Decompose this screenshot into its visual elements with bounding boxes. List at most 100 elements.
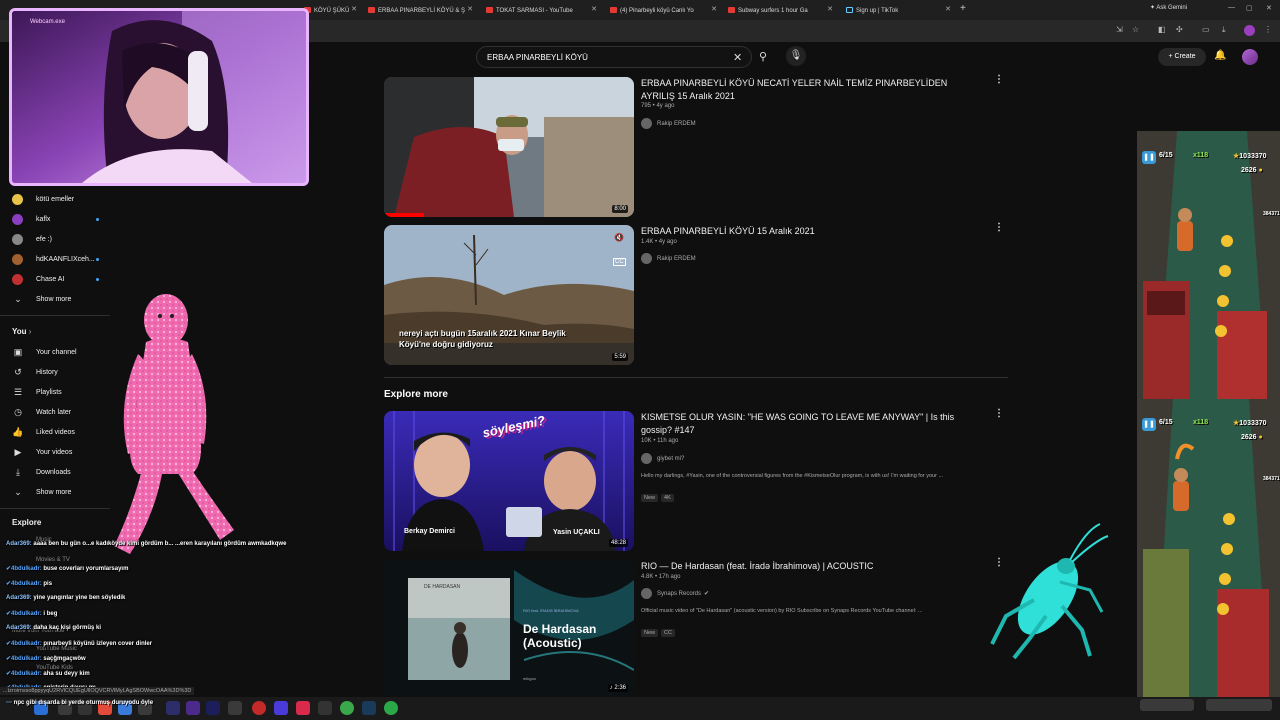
game-score: ★1033370 (1233, 153, 1267, 160)
channel-link[interactable]: giybet mi? (641, 453, 684, 464)
sidebar-section-you[interactable]: You › (12, 327, 31, 336)
show-more-button[interactable]: ⌄ Show more (12, 291, 71, 307)
game-multiplier: x118 (1193, 152, 1209, 159)
channel-avatar (12, 273, 23, 285)
close-tab-icon[interactable]: ✕ (827, 5, 833, 13)
sidebar-item-history[interactable]: ↺ History (12, 364, 58, 380)
avatar[interactable] (1242, 49, 1258, 65)
sidebar-divider (0, 315, 110, 316)
video-title[interactable]: RIO — De Hardasan (feat. İradə İbrahimov… (641, 560, 981, 573)
badge-new: New (641, 494, 659, 502)
game-multiplier: x118 (1193, 419, 1209, 426)
sidebar-item-watch-later[interactable]: ◷ Watch later (12, 404, 71, 420)
app-taskbar-icon[interactable] (340, 701, 354, 715)
video-thumbnail[interactable]: 8:00 (384, 77, 634, 217)
more-actions-icon[interactable]: ⋮ (994, 74, 1004, 85)
sidebar-item-movies[interactable]: Movies & TV (36, 557, 70, 563)
extension-icon[interactable]: ◧ (1158, 26, 1166, 34)
chat-message: Adar369: yine yangınlar yine ben söyledi… (6, 595, 126, 601)
video-title[interactable]: ERBAA PINARBEYLİ KÖYÜ NECATİ YELER NAİL … (641, 77, 981, 103)
channel-link[interactable]: Synaps Records ✔ (641, 588, 709, 599)
sidebar-item-your-videos[interactable]: ▶ Your videos (12, 444, 73, 460)
close-window-icon[interactable]: ✕ (1266, 4, 1272, 12)
close-tab-icon[interactable]: ✕ (467, 5, 473, 13)
browser-profile-avatar[interactable] (1244, 25, 1255, 36)
close-tab-icon[interactable]: ✕ (711, 5, 717, 13)
new-tab-icon[interactable]: + (960, 3, 966, 14)
ask-gemini-button[interactable]: ✦ Ask Gemini (1150, 4, 1187, 11)
app-taskbar-icon[interactable] (166, 701, 180, 715)
maximize-icon[interactable]: ▢ (1246, 4, 1253, 12)
sidebar-icon[interactable]: ▭ (1202, 26, 1210, 34)
show-more-button[interactable]: ⌄ Show more (12, 484, 71, 500)
download-toolbar-icon[interactable]: ⤓ (1222, 26, 1230, 34)
close-icon[interactable]: ✕ (308, 17, 309, 26)
sidebar-item-playlists[interactable]: ☰ Playlists (12, 384, 62, 400)
channel-avatar (641, 588, 652, 599)
app-taskbar-icon[interactable] (252, 701, 266, 715)
close-tab-icon[interactable]: ✕ (351, 5, 357, 13)
puzzle-icon[interactable]: ✣ (1176, 26, 1184, 34)
search-input[interactable]: ERBAA PINARBEYLİ KÖYÜ ✕ (476, 46, 752, 68)
thumbnail-caption: De Hardasan (Acoustic) (523, 622, 597, 650)
chat-message: ✔4bdulkadr: i beg (6, 611, 58, 617)
channel-avatar (12, 213, 23, 225)
tiktok-favicon-icon (846, 7, 853, 13)
close-tab-icon[interactable]: ✕ (591, 5, 597, 13)
search-icon[interactable]: ⚲ (752, 46, 774, 68)
bookmark-star-icon[interactable]: ☆ (1132, 26, 1140, 34)
close-tab-icon[interactable]: ✕ (945, 5, 951, 13)
steam-taskbar-icon[interactable] (362, 701, 376, 715)
chat-message-latest: ⋯ npc gibi dışarda bi yerde oturmuş duru… (6, 700, 154, 706)
sidebar-item-subscription[interactable]: Chase AI (12, 271, 64, 287)
app-taskbar-icon[interactable] (318, 701, 332, 715)
video-thumbnail[interactable]: söyleşmi? Berkay Demirci Yasin UÇAKLI 48… (384, 411, 634, 551)
video-thumbnail[interactable]: DE HARDASAN RIO feat. İRADƏ İBRAHİMOVA D… (384, 560, 634, 696)
app-taskbar-icon[interactable] (274, 701, 288, 715)
youtube-favicon-icon (368, 7, 375, 13)
mute-icon[interactable]: 🔇 (614, 233, 624, 242)
clear-search-icon[interactable]: ✕ (733, 51, 742, 64)
video-thumbnail[interactable]: nereyi açtı bugün 15aralık 2021 Kınar Be… (384, 225, 634, 365)
notifications-bell-icon[interactable]: 🔔 (1214, 50, 1226, 61)
create-button[interactable]: + Create (1158, 48, 1206, 66)
video-title[interactable]: ERBAA PINARBEYLİ KÖYÜ 15 Aralık 2021 (641, 225, 981, 238)
sidebar-item-liked-videos[interactable]: 👍 Liked videos (12, 424, 75, 440)
browser-tab[interactable]: Sign up | TikTok ✕ (842, 2, 954, 19)
channel-link[interactable]: Rakip ERDEM (641, 253, 696, 264)
sidebar-item-your-channel[interactable]: ▣ Your channel (12, 344, 77, 360)
video-title[interactable]: KISMETSE OLUR YASIN: "HE WAS GOING TO LE… (641, 411, 981, 437)
new-content-dot (96, 258, 99, 261)
pause-button[interactable]: ❚❚ (1142, 418, 1156, 431)
browser-tab[interactable]: KÖYÜ ŞÜKÜ ✕ (300, 2, 360, 19)
menu-dots-icon[interactable]: ⋮ (1264, 26, 1272, 34)
app-taskbar-icon[interactable] (228, 701, 242, 715)
microphone-icon[interactable]: 🎙 (786, 46, 806, 66)
chat-message: ✔4bdulkadr: buse coverları yorumlarsayım (6, 566, 129, 572)
app-taskbar-icon[interactable] (206, 701, 220, 715)
more-actions-icon[interactable]: ⋮ (994, 408, 1004, 419)
pause-button[interactable]: ❚❚ (1142, 151, 1156, 164)
channel-link[interactable]: Rakip ERDEM (641, 118, 696, 129)
new-content-dot (96, 218, 99, 221)
browser-tab[interactable]: Subway surfers 1 hour Ga ✕ (724, 2, 836, 19)
browser-tab[interactable]: ERBAA PINARBEYLİ KÖYÜ & Ş ✕ (364, 2, 476, 19)
badge-new: New (641, 629, 659, 637)
sidebar-item-subscription[interactable]: efe :) (12, 231, 52, 247)
sidebar-item-subscription[interactable]: kaflx (12, 211, 50, 227)
minimize-icon[interactable]: — (1228, 4, 1235, 11)
sidebar-section-explore: Explore (12, 518, 42, 527)
app-taskbar-icon[interactable] (186, 701, 200, 715)
sidebar-item-subscription[interactable]: kötü emeller (12, 191, 74, 207)
chrome-taskbar-icon[interactable] (384, 701, 398, 715)
game-overlay-top: ❚❚ 6/15 x118 ★1033370 2626 ● 384371 (1137, 131, 1280, 399)
sidebar-item-subscription[interactable]: hdKAANFLIXceh... (12, 251, 95, 267)
app-taskbar-icon[interactable] (296, 701, 310, 715)
captions-icon[interactable]: CC (613, 258, 626, 266)
sidebar-item-downloads[interactable]: ⤓ Downloads (12, 464, 71, 480)
browser-tab[interactable]: (4) Pinarbeyli köyü Canlı Yo ✕ (606, 2, 720, 19)
browser-tab[interactable]: TOKAT SARMASI - YouTube ✕ (482, 2, 600, 19)
install-icon[interactable]: ⇲ (1116, 26, 1124, 34)
more-actions-icon[interactable]: ⋮ (994, 222, 1004, 233)
coin-icon: ● (1258, 434, 1263, 441)
